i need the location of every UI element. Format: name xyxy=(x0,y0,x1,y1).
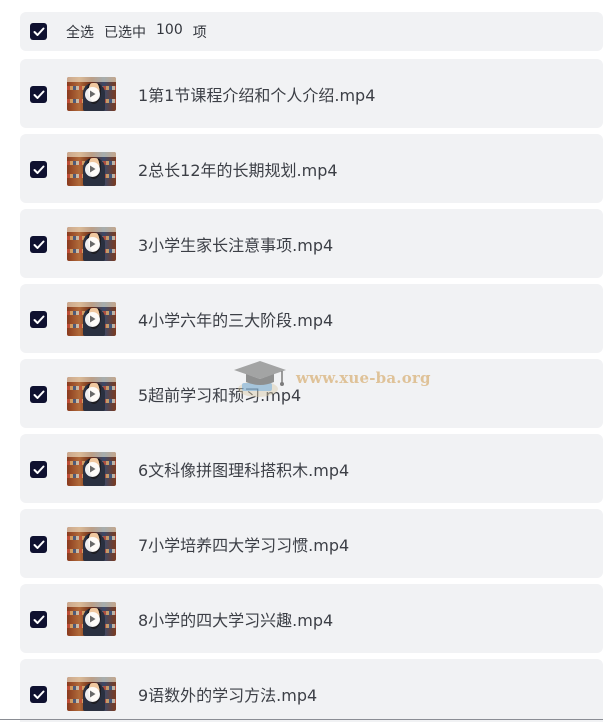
divider xyxy=(0,719,603,720)
list-item[interactable]: 6文科像拼图理科搭积木.mp4 xyxy=(20,434,603,503)
check-icon xyxy=(33,465,44,474)
list-item[interactable]: 8小学的四大学习兴趣.mp4 xyxy=(20,584,603,653)
item-checkbox[interactable] xyxy=(30,161,47,178)
check-icon xyxy=(33,90,44,99)
select-all-label[interactable]: 全选 xyxy=(66,22,94,42)
play-icon xyxy=(84,86,100,102)
video-thumbnail[interactable] xyxy=(67,226,116,261)
video-thumbnail[interactable] xyxy=(67,676,116,711)
list-item[interactable]: 7小学培养四大学习习惯.mp4 xyxy=(20,509,603,578)
play-icon xyxy=(84,686,100,702)
play-icon xyxy=(84,236,100,252)
item-checkbox[interactable] xyxy=(30,236,47,253)
item-checkbox[interactable] xyxy=(30,386,47,403)
check-icon xyxy=(33,240,44,249)
list-item[interactable]: 5超前学习和预习.mp4 xyxy=(20,359,603,428)
check-icon xyxy=(33,690,44,699)
item-checkbox[interactable] xyxy=(30,686,47,703)
file-name: 9语数外的学习方法.mp4 xyxy=(138,685,318,705)
selected-count: 100 xyxy=(156,21,183,38)
item-checkbox[interactable] xyxy=(30,461,47,478)
video-thumbnail[interactable] xyxy=(67,151,116,186)
selected-prefix: 已选中 xyxy=(104,24,146,41)
selected-suffix: 项 xyxy=(192,24,207,41)
list-item[interactable]: 2总长12年的长期规划.mp4 xyxy=(20,134,603,203)
item-checkbox[interactable] xyxy=(30,536,47,553)
video-thumbnail[interactable] xyxy=(67,526,116,561)
check-icon xyxy=(33,27,44,36)
file-name: 5超前学习和预习.mp4 xyxy=(138,385,302,405)
list-item[interactable]: 3小学生家长注意事项.mp4 xyxy=(20,209,603,278)
video-thumbnail[interactable] xyxy=(67,76,116,111)
play-icon xyxy=(84,386,100,402)
check-icon xyxy=(33,315,44,324)
check-icon xyxy=(33,165,44,174)
file-name: 6文科像拼图理科搭积木.mp4 xyxy=(138,460,350,480)
item-checkbox[interactable] xyxy=(30,611,47,628)
list-item[interactable]: 4小学六年的三大阶段.mp4 xyxy=(20,284,603,353)
file-name: 2总长12年的长期规划.mp4 xyxy=(138,160,338,180)
video-thumbnail[interactable] xyxy=(67,601,116,636)
list-item[interactable]: 9语数外的学习方法.mp4 xyxy=(20,659,603,722)
file-list: 1第1节课程介绍和个人介绍.mp4 2总长12年的长期规划.mp4 3小学生家长… xyxy=(20,59,603,722)
file-name: 3小学生家长注意事项.mp4 xyxy=(138,235,334,255)
video-thumbnail[interactable] xyxy=(67,451,116,486)
check-icon xyxy=(33,615,44,624)
file-selection-page: 全选 已选中 100 项 1第1节课程介绍和个人介绍.mp4 2总长12年的长期… xyxy=(0,0,603,722)
list-item[interactable]: 1第1节课程介绍和个人介绍.mp4 xyxy=(20,59,603,128)
selection-summary: 全选 已选中 100 项 xyxy=(66,22,207,42)
check-icon xyxy=(33,390,44,399)
play-icon xyxy=(84,461,100,477)
play-icon xyxy=(84,161,100,177)
file-name: 7小学培养四大学习习惯.mp4 xyxy=(138,535,350,555)
play-icon xyxy=(84,611,100,627)
check-icon xyxy=(33,540,44,549)
play-icon xyxy=(84,311,100,327)
video-thumbnail[interactable] xyxy=(67,376,116,411)
file-name: 4小学六年的三大阶段.mp4 xyxy=(138,310,334,330)
item-checkbox[interactable] xyxy=(30,311,47,328)
select-all-checkbox[interactable] xyxy=(30,23,47,40)
play-icon xyxy=(84,536,100,552)
file-name: 8小学的四大学习兴趣.mp4 xyxy=(138,610,334,630)
file-name: 1第1节课程介绍和个人介绍.mp4 xyxy=(138,85,376,105)
select-all-bar: 全选 已选中 100 项 xyxy=(20,12,603,51)
video-thumbnail[interactable] xyxy=(67,301,116,336)
item-checkbox[interactable] xyxy=(30,86,47,103)
